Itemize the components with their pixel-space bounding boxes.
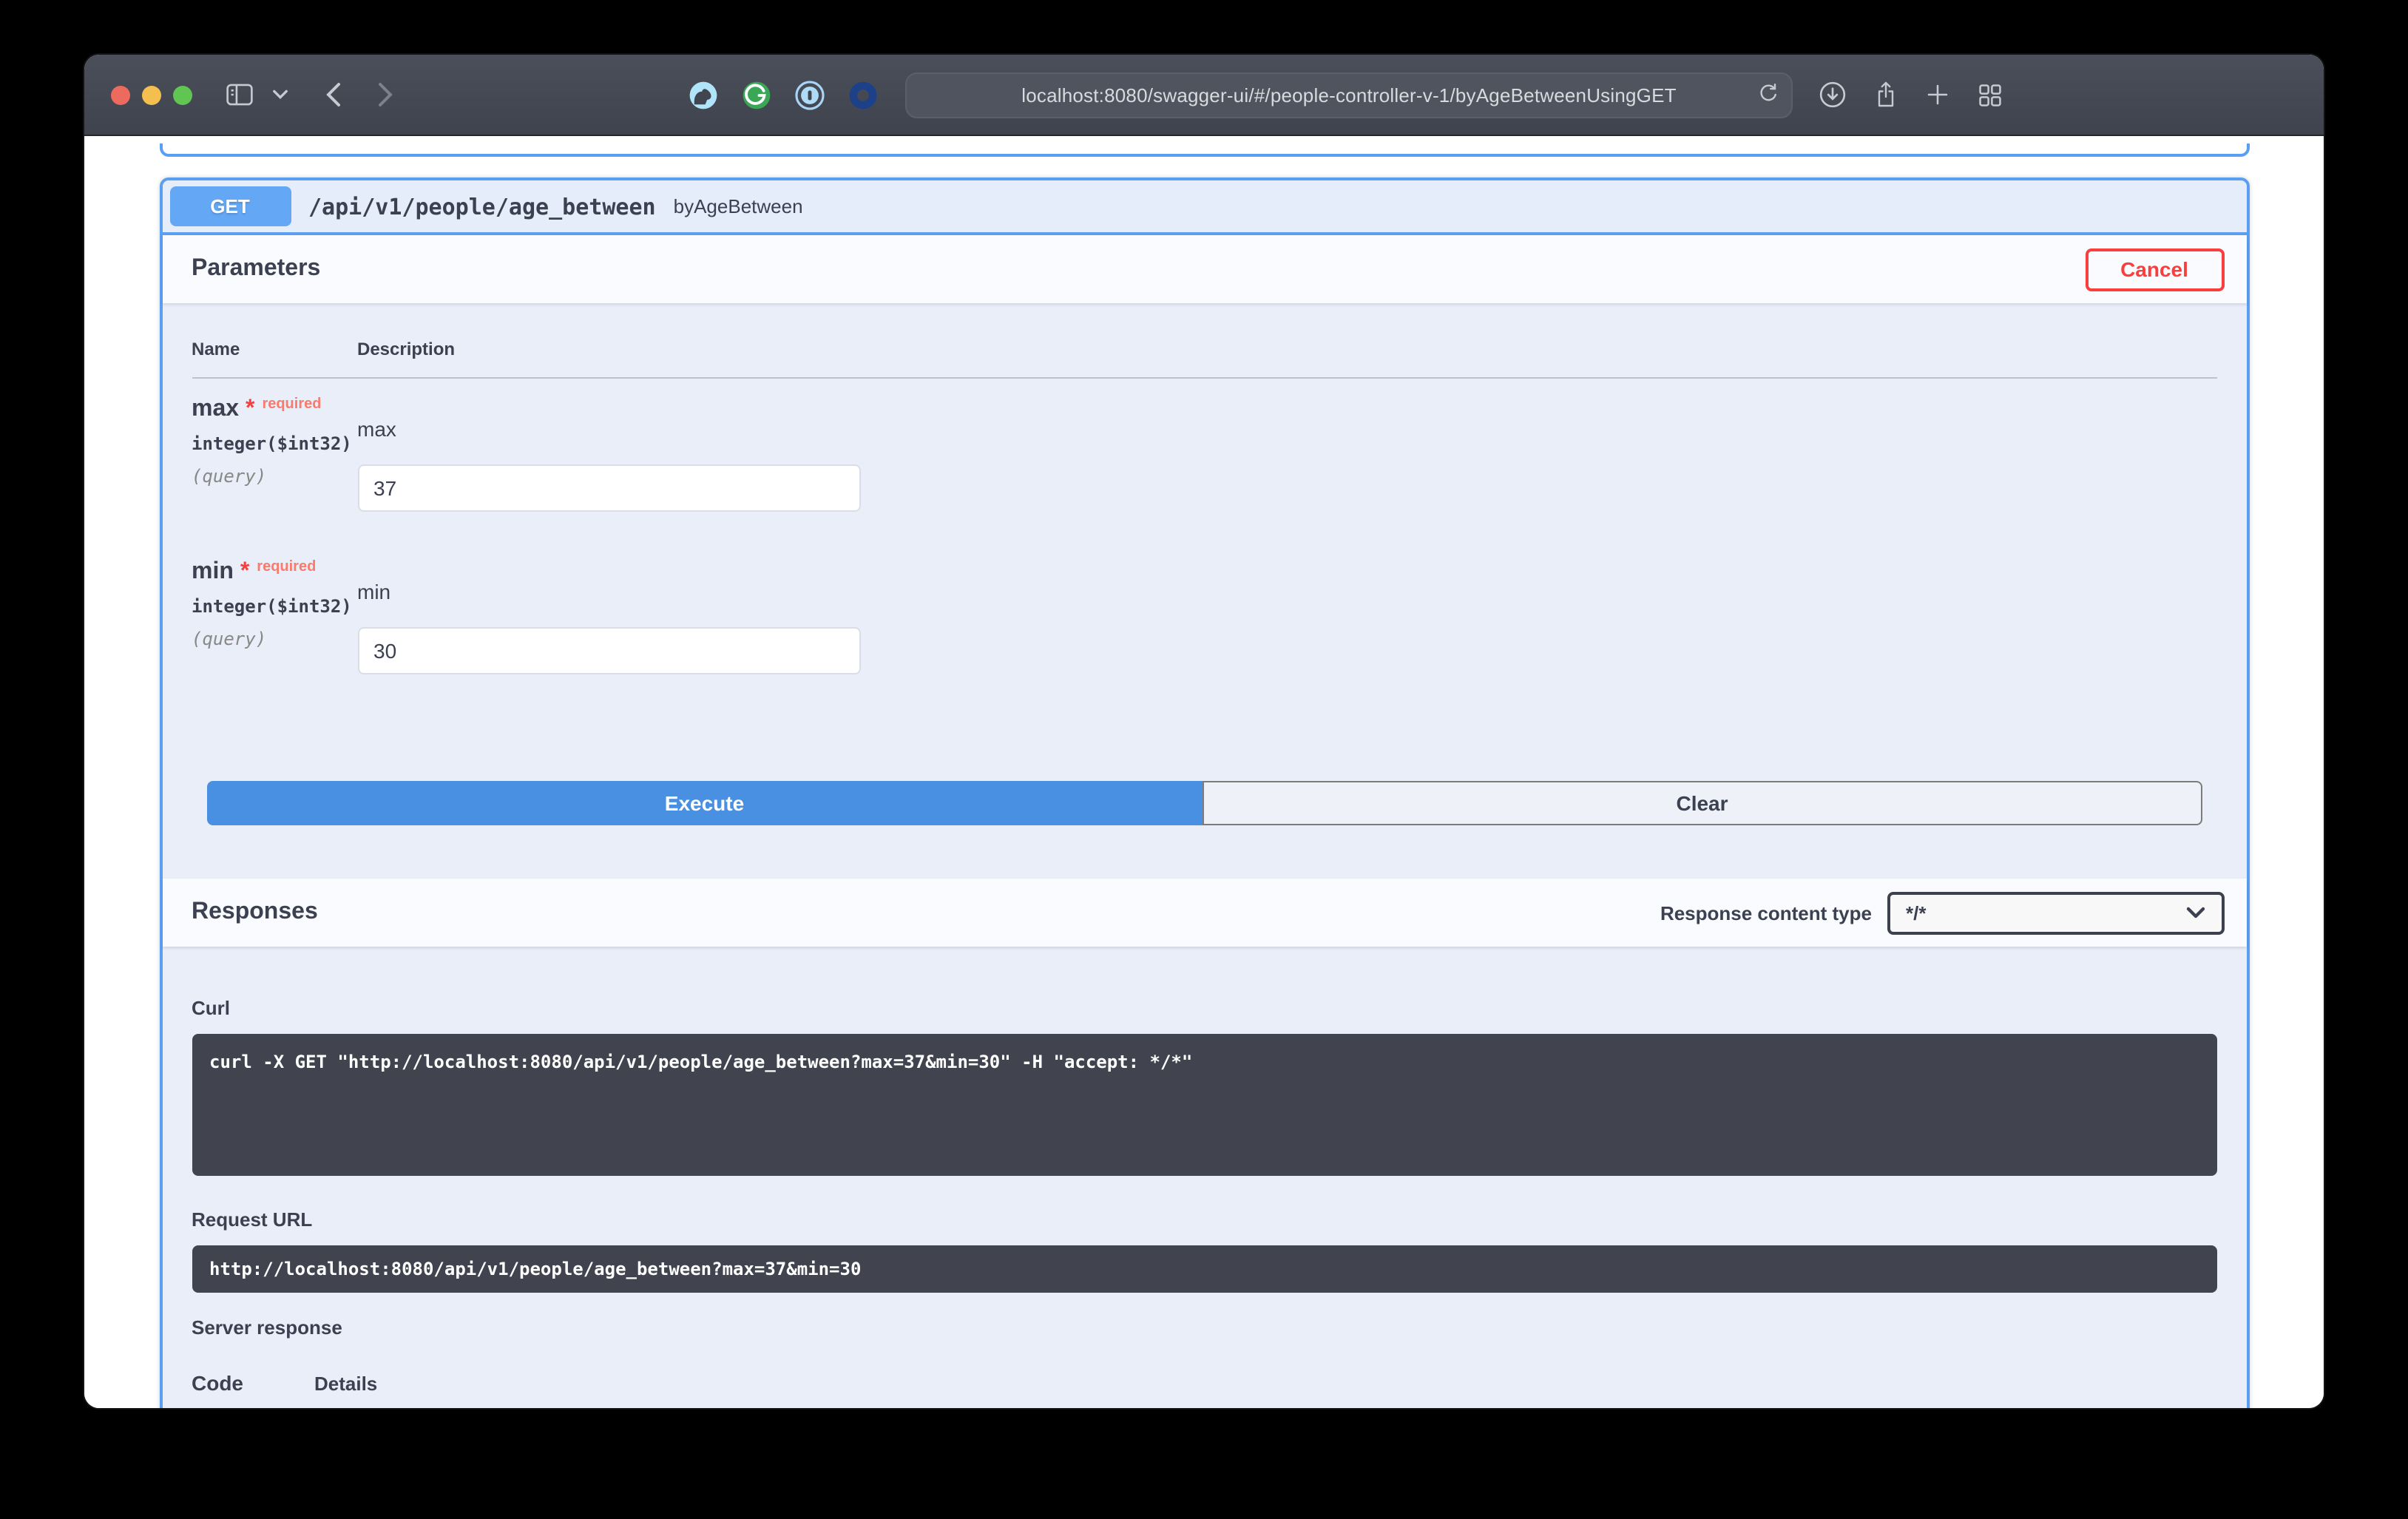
sidebar-icon: [225, 81, 254, 108]
operation-id: byAgeBetween: [674, 195, 803, 217]
server-response-label: Server response: [192, 1316, 2216, 1339]
parameter-description: max: [357, 417, 2216, 441]
parameters-table: Name Description max * required integer($…: [162, 303, 2246, 825]
clear-button[interactable]: Clear: [1203, 781, 2202, 825]
required-asterisk: *: [246, 396, 254, 422]
new-tab-button[interactable]: [1924, 81, 1951, 108]
ring-extension-button[interactable]: [848, 79, 879, 110]
swagger-page: GET /api/v1/people/age_between byAgeBetw…: [84, 136, 2324, 1408]
chevron-down-icon: [2185, 907, 2205, 918]
circled-one-icon: [794, 79, 825, 110]
grammarly-extension-button[interactable]: [741, 79, 772, 110]
curl-label: Curl: [192, 997, 2216, 1019]
navy-ring-icon: [848, 79, 879, 110]
reload-button[interactable]: [1757, 81, 1779, 103]
http-method-badge: GET: [169, 186, 291, 226]
tab-grid-icon: [1976, 81, 2004, 109]
parameters-title: Parameters: [192, 256, 320, 283]
tab-overview-button[interactable]: [1976, 81, 2004, 109]
details-column-header: Details: [314, 1373, 377, 1395]
required-label: required: [257, 559, 316, 575]
extension-buttons: [688, 79, 879, 110]
server-response-table-head: Code Details: [192, 1371, 2216, 1395]
share-icon: [1873, 80, 1899, 109]
close-window-button[interactable]: [111, 85, 130, 104]
window-controls: [111, 85, 192, 104]
name-column-header: Name: [192, 339, 357, 359]
min-value-input[interactable]: [357, 627, 860, 674]
forward-button[interactable]: [377, 81, 395, 108]
responses-header: Responses Response content type */*: [162, 879, 2246, 947]
get-operation-block: GET /api/v1/people/age_between byAgeBetw…: [159, 177, 2249, 1408]
parameter-row-min: min *required integer($int32) (query) mi…: [192, 541, 2216, 704]
parameters-header: Parameters Cancel: [162, 235, 2246, 303]
sidebar-menu-button[interactable]: [272, 89, 288, 101]
cancel-button[interactable]: Cancel: [2085, 248, 2224, 291]
parameter-description: min: [357, 580, 2216, 603]
chevron-down-icon: [272, 89, 288, 101]
bear-extension-button[interactable]: [688, 79, 719, 110]
required-asterisk: *: [240, 559, 249, 584]
response-content-type-select[interactable]: */*: [1887, 891, 2224, 934]
parameter-location: (query): [192, 629, 357, 649]
parameter-name: min *required: [192, 559, 357, 586]
parameter-row-max: max *required integer($int32) (query) ma…: [192, 379, 2216, 541]
browser-toolbar: localhost:8080/swagger-ui/#/people-contr…: [84, 55, 2324, 136]
required-label: required: [262, 396, 321, 413]
content-type-value: */*: [1906, 901, 2185, 924]
grammarly-icon: [741, 79, 772, 110]
previous-opblock-edge: [159, 143, 2249, 157]
parameter-type: integer($int32): [192, 596, 357, 617]
responses-section: Responses Response content type */*: [162, 879, 2246, 1408]
code-column-header: Code: [192, 1371, 314, 1395]
parameter-location: (query): [192, 466, 357, 487]
reload-icon: [1757, 81, 1779, 103]
description-column-header: Description: [357, 339, 2216, 359]
address-bar[interactable]: localhost:8080/swagger-ui/#/people-contr…: [905, 72, 1793, 118]
minimize-window-button[interactable]: [142, 85, 161, 104]
circled-one-extension-button[interactable]: [794, 79, 825, 110]
request-url-label: Request URL: [192, 1208, 2216, 1231]
chevron-right-icon: [377, 81, 395, 108]
share-button[interactable]: [1873, 80, 1899, 109]
execute-button-group: Execute Clear: [206, 781, 2202, 825]
sidebar-toggle-button[interactable]: [225, 81, 254, 108]
operation-summary[interactable]: GET /api/v1/people/age_between byAgeBetw…: [162, 180, 2246, 235]
parameter-name: max *required: [192, 396, 357, 423]
plus-icon: [1924, 81, 1951, 108]
zoom-window-button[interactable]: [173, 85, 192, 104]
bear-icon: [688, 79, 719, 110]
downloads-button[interactable]: [1818, 80, 1847, 109]
request-url-block: http://localhost:8080/api/v1/people/age_…: [192, 1245, 2216, 1293]
browser-window: localhost:8080/swagger-ui/#/people-contr…: [84, 55, 2324, 1408]
execute-button[interactable]: Execute: [206, 781, 1203, 825]
endpoint-path: /api/v1/people/age_between: [308, 193, 656, 220]
url-text: localhost:8080/swagger-ui/#/people-contr…: [1021, 84, 1676, 106]
content-type-label: Response content type: [1660, 901, 1872, 924]
curl-command-block: curl -X GET "http://localhost:8080/api/v…: [192, 1034, 2216, 1176]
parameters-table-head: Name Description: [192, 303, 2216, 379]
back-button[interactable]: [324, 81, 342, 108]
parameter-type: integer($int32): [192, 433, 357, 454]
desktop: localhost:8080/swagger-ui/#/people-contr…: [0, 0, 2408, 1519]
max-value-input[interactable]: [357, 464, 860, 512]
chevron-left-icon: [324, 81, 342, 108]
responses-title: Responses: [192, 899, 318, 926]
download-icon: [1818, 80, 1847, 109]
